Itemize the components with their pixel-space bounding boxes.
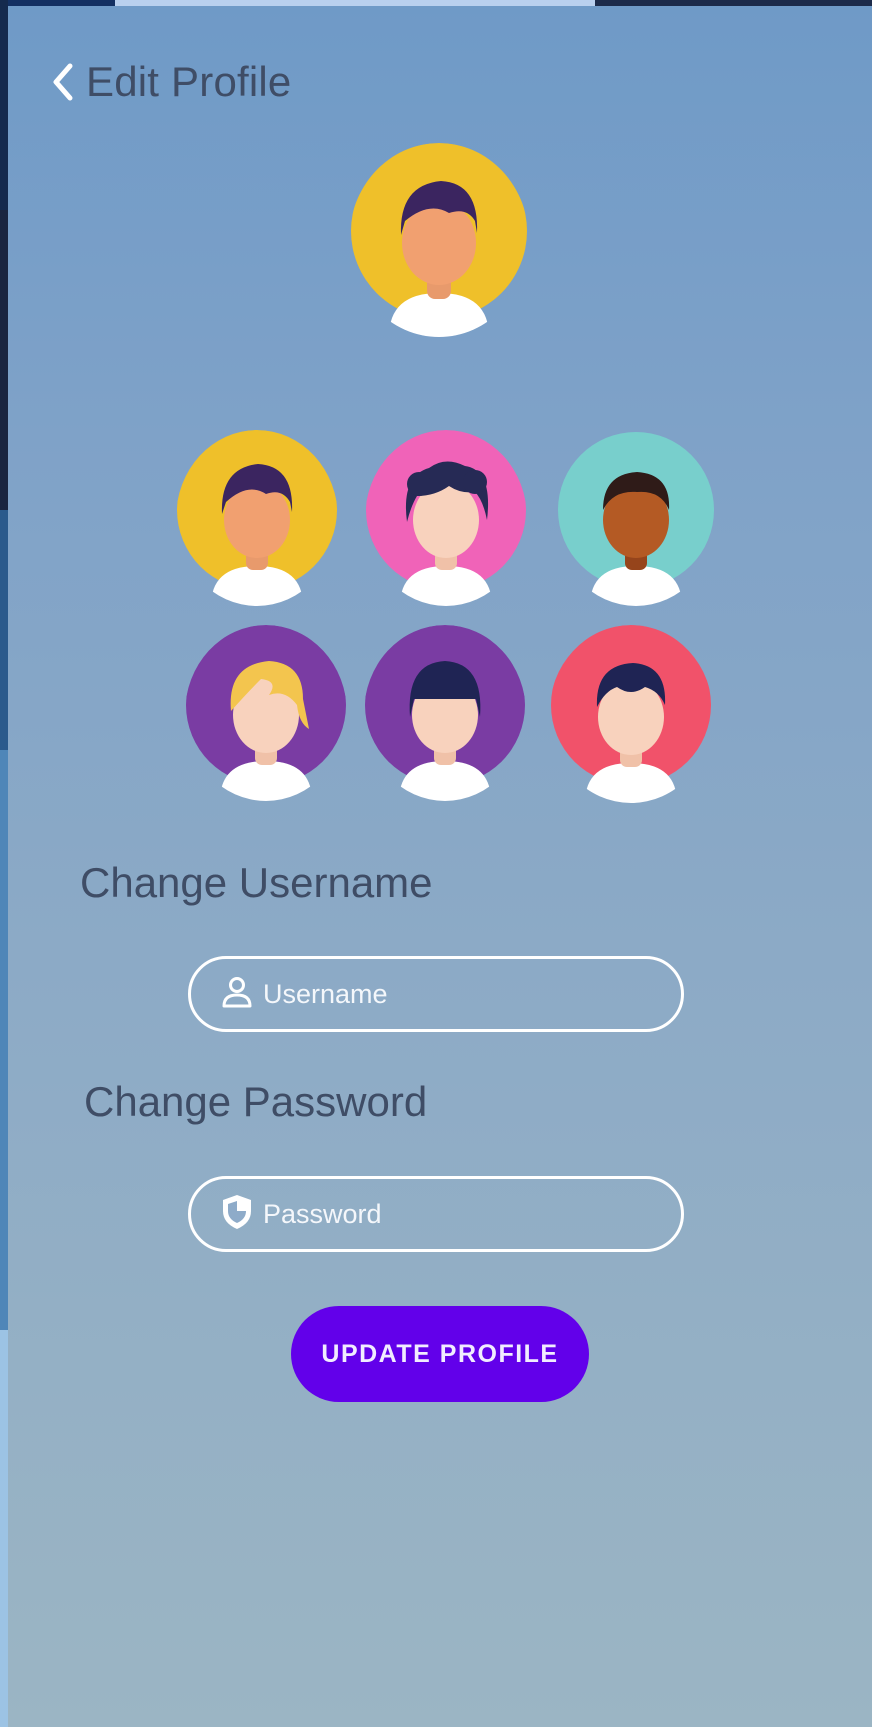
user-icon — [219, 974, 255, 1015]
edit-profile-screen: Edit Profile Change Username Username Ch… — [8, 6, 872, 1727]
username-field[interactable] — [188, 956, 684, 1032]
username-input[interactable] — [263, 978, 643, 1010]
change-password-label: Change Password — [84, 1078, 428, 1125]
left-edge-strip — [0, 0, 8, 210]
purple-bangs-avatar[interactable] — [364, 625, 526, 801]
password-field[interactable] — [188, 1176, 684, 1252]
page-title: Edit Profile — [86, 58, 292, 105]
yellow-avatar[interactable] — [176, 430, 338, 606]
left-edge-strip — [0, 510, 8, 750]
purple-blonde-avatar[interactable] — [185, 625, 347, 801]
left-edge-strip — [0, 210, 8, 510]
left-edge-strip — [0, 750, 8, 1330]
selected-avatar — [349, 143, 529, 337]
pink-avatar[interactable] — [365, 430, 527, 606]
red-avatar[interactable] — [549, 625, 713, 803]
header: Edit Profile — [48, 58, 292, 106]
change-username-label: Change Username — [80, 859, 433, 906]
chevron-left-icon[interactable] — [48, 62, 78, 102]
password-input[interactable] — [263, 1198, 643, 1230]
teal-avatar[interactable] — [555, 430, 717, 606]
left-edge-strip — [0, 1330, 8, 1727]
update-profile-button[interactable]: UPDATE PROFILE — [291, 1306, 589, 1402]
shield-icon — [219, 1192, 255, 1237]
